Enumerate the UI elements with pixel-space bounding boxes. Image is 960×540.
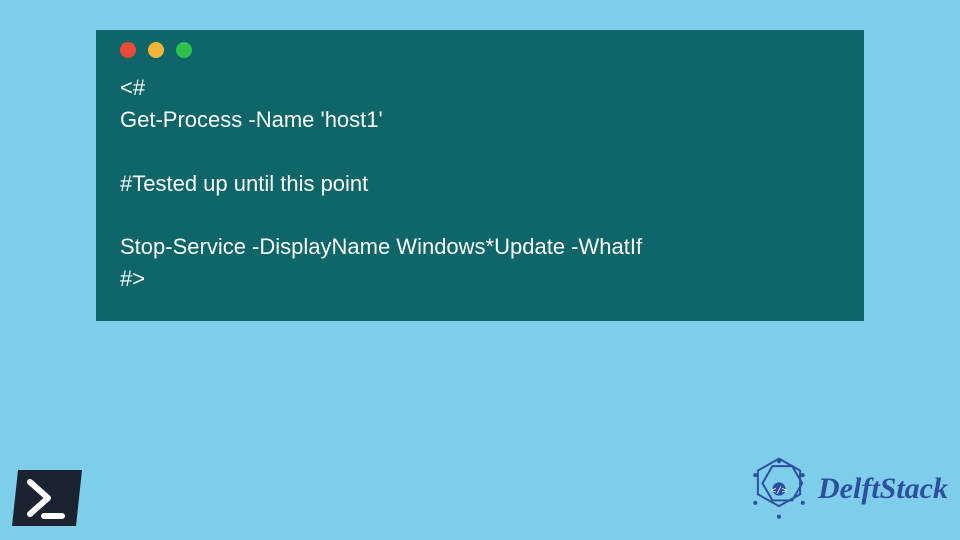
minimize-icon [148,42,164,58]
powershell-icon [10,468,84,528]
code-window: <# Get-Process -Name 'host1' #Tested up … [96,30,864,321]
delftstack-logo-icon: </> [746,456,812,522]
brand: </> DelftStack [746,456,948,522]
svg-text:</>: </> [771,485,788,496]
window-controls [120,42,846,58]
code-block: <# Get-Process -Name 'host1' #Tested up … [114,72,846,295]
maximize-icon [176,42,192,58]
close-icon [120,42,136,58]
brand-name: DelftStack [818,472,948,506]
